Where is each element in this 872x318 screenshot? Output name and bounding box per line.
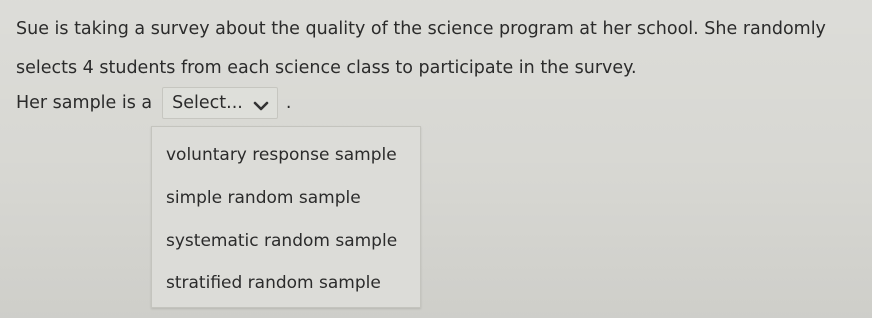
answer-prefix: Her sample is a — [16, 93, 153, 113]
answer-suffix: . — [285, 93, 292, 113]
sample-type-select[interactable]: Select... — [162, 87, 278, 119]
select-label: Select... — [172, 93, 243, 113]
option-voluntary-response-sample[interactable]: voluntary response sample — [166, 140, 397, 170]
chevron-down-icon — [253, 97, 269, 111]
survey-question-screen: Sue is taking a survey about the quality… — [0, 0, 872, 318]
option-simple-random-sample[interactable]: simple random sample — [166, 183, 361, 213]
option-stratified-random-sample[interactable]: stratified random sample — [166, 268, 381, 298]
question-text: Sue is taking a survey about the quality… — [16, 19, 826, 78]
options-dropdown: voluntary response sample simple random … — [151, 126, 421, 308]
answer-sentence: Her sample is a Select... . — [16, 87, 292, 119]
option-systematic-random-sample[interactable]: systematic random sample — [166, 226, 397, 256]
